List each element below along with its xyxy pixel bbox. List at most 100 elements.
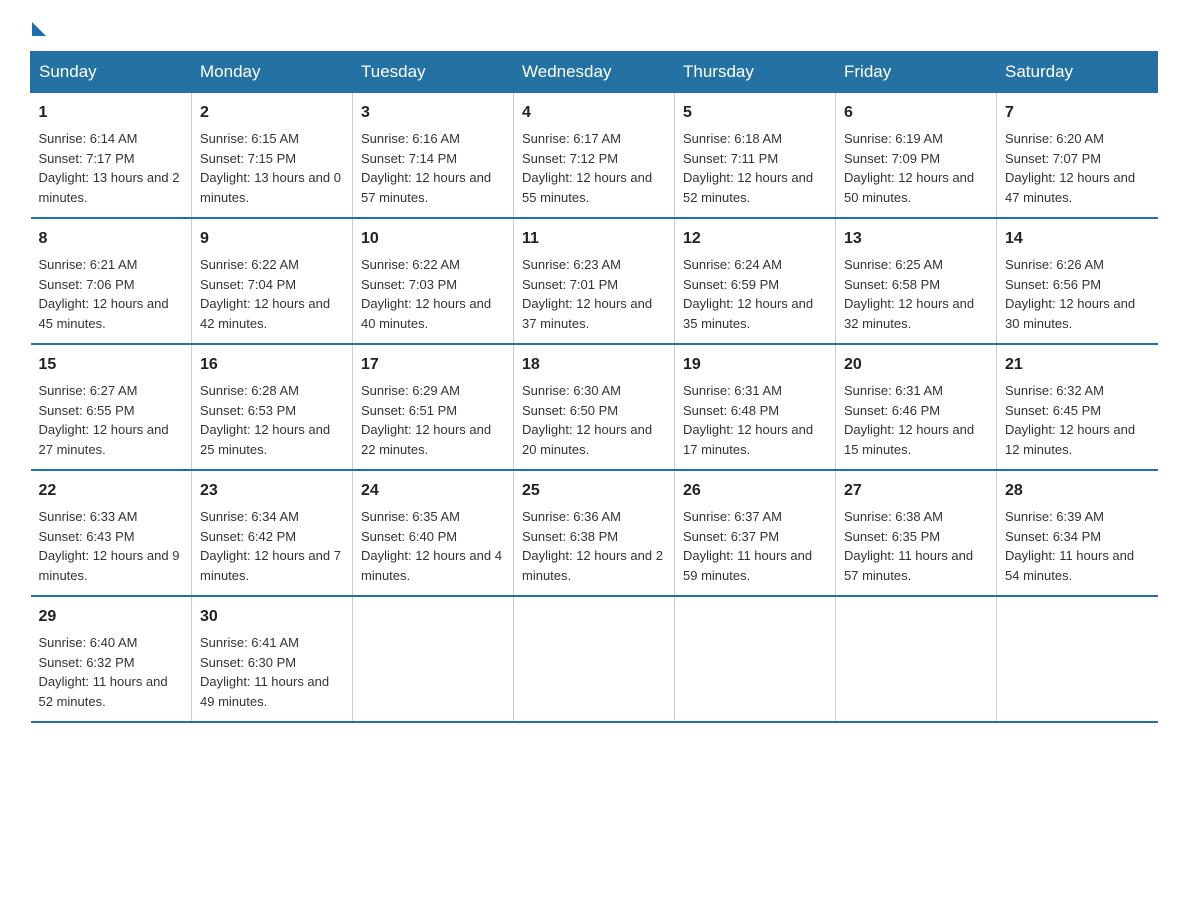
sunset-label: Sunset: 6:30 PM [200, 655, 296, 670]
sunset-label: Sunset: 7:11 PM [683, 151, 778, 166]
day-number: 10 [361, 227, 505, 251]
daylight-label: Daylight: 11 hours and 49 minutes. [200, 674, 329, 709]
day-number: 4 [522, 101, 666, 125]
sunrise-label: Sunrise: 6:30 AM [522, 383, 621, 398]
weekday-header-monday: Monday [192, 52, 353, 93]
daylight-label: Daylight: 13 hours and 2 minutes. [39, 170, 180, 205]
daylight-label: Daylight: 12 hours and 20 minutes. [522, 422, 652, 457]
calendar-cell: 11 Sunrise: 6:23 AM Sunset: 7:01 PM Dayl… [514, 218, 675, 344]
daylight-label: Daylight: 12 hours and 17 minutes. [683, 422, 813, 457]
day-number: 26 [683, 479, 827, 503]
daylight-label: Daylight: 11 hours and 54 minutes. [1005, 548, 1134, 583]
sunset-label: Sunset: 6:37 PM [683, 529, 779, 544]
sunrise-label: Sunrise: 6:31 AM [844, 383, 943, 398]
weekday-header-sunday: Sunday [31, 52, 192, 93]
weekday-header-wednesday: Wednesday [514, 52, 675, 93]
sunset-label: Sunset: 7:17 PM [39, 151, 135, 166]
daylight-label: Daylight: 12 hours and 9 minutes. [39, 548, 180, 583]
sunrise-label: Sunrise: 6:17 AM [522, 131, 621, 146]
daylight-label: Daylight: 12 hours and 42 minutes. [200, 296, 330, 331]
day-number: 22 [39, 479, 184, 503]
sunrise-label: Sunrise: 6:33 AM [39, 509, 138, 524]
calendar-cell: 27 Sunrise: 6:38 AM Sunset: 6:35 PM Dayl… [836, 470, 997, 596]
sunrise-label: Sunrise: 6:41 AM [200, 635, 299, 650]
sunset-label: Sunset: 6:43 PM [39, 529, 135, 544]
daylight-label: Daylight: 12 hours and 27 minutes. [39, 422, 169, 457]
sunset-label: Sunset: 6:50 PM [522, 403, 618, 418]
calendar-week-row: 15 Sunrise: 6:27 AM Sunset: 6:55 PM Dayl… [31, 344, 1158, 470]
daylight-label: Daylight: 12 hours and 35 minutes. [683, 296, 813, 331]
sunrise-label: Sunrise: 6:22 AM [361, 257, 460, 272]
sunset-label: Sunset: 7:04 PM [200, 277, 296, 292]
sunset-label: Sunset: 6:51 PM [361, 403, 457, 418]
calendar-cell: 23 Sunrise: 6:34 AM Sunset: 6:42 PM Dayl… [192, 470, 353, 596]
daylight-label: Daylight: 12 hours and 15 minutes. [844, 422, 974, 457]
day-number: 23 [200, 479, 344, 503]
day-number: 16 [200, 353, 344, 377]
daylight-label: Daylight: 12 hours and 57 minutes. [361, 170, 491, 205]
calendar-cell: 18 Sunrise: 6:30 AM Sunset: 6:50 PM Dayl… [514, 344, 675, 470]
calendar-cell: 4 Sunrise: 6:17 AM Sunset: 7:12 PM Dayli… [514, 93, 675, 219]
calendar-cell: 25 Sunrise: 6:36 AM Sunset: 6:38 PM Dayl… [514, 470, 675, 596]
sunrise-label: Sunrise: 6:24 AM [683, 257, 782, 272]
sunrise-label: Sunrise: 6:36 AM [522, 509, 621, 524]
calendar-cell: 1 Sunrise: 6:14 AM Sunset: 7:17 PM Dayli… [31, 93, 192, 219]
day-number: 9 [200, 227, 344, 251]
sunrise-label: Sunrise: 6:39 AM [1005, 509, 1104, 524]
day-number: 29 [39, 605, 184, 629]
sunset-label: Sunset: 6:40 PM [361, 529, 457, 544]
day-number: 1 [39, 101, 184, 125]
calendar-cell: 29 Sunrise: 6:40 AM Sunset: 6:32 PM Dayl… [31, 596, 192, 722]
daylight-label: Daylight: 12 hours and 30 minutes. [1005, 296, 1135, 331]
daylight-label: Daylight: 12 hours and 40 minutes. [361, 296, 491, 331]
sunset-label: Sunset: 7:06 PM [39, 277, 135, 292]
daylight-label: Daylight: 12 hours and 12 minutes. [1005, 422, 1135, 457]
day-number: 28 [1005, 479, 1150, 503]
sunrise-label: Sunrise: 6:27 AM [39, 383, 138, 398]
daylight-label: Daylight: 12 hours and 55 minutes. [522, 170, 652, 205]
calendar-week-row: 1 Sunrise: 6:14 AM Sunset: 7:17 PM Dayli… [31, 93, 1158, 219]
sunrise-label: Sunrise: 6:21 AM [39, 257, 138, 272]
calendar-cell: 6 Sunrise: 6:19 AM Sunset: 7:09 PM Dayli… [836, 93, 997, 219]
logo-triangle-icon [32, 22, 46, 36]
sunrise-label: Sunrise: 6:28 AM [200, 383, 299, 398]
calendar-cell: 8 Sunrise: 6:21 AM Sunset: 7:06 PM Dayli… [31, 218, 192, 344]
daylight-label: Daylight: 12 hours and 32 minutes. [844, 296, 974, 331]
calendar-cell: 5 Sunrise: 6:18 AM Sunset: 7:11 PM Dayli… [675, 93, 836, 219]
sunset-label: Sunset: 7:15 PM [200, 151, 296, 166]
logo-text [30, 20, 46, 36]
calendar-cell: 26 Sunrise: 6:37 AM Sunset: 6:37 PM Dayl… [675, 470, 836, 596]
day-number: 15 [39, 353, 184, 377]
day-number: 11 [522, 227, 666, 251]
day-number: 7 [1005, 101, 1150, 125]
sunset-label: Sunset: 7:07 PM [1005, 151, 1101, 166]
calendar-cell [353, 596, 514, 722]
sunrise-label: Sunrise: 6:40 AM [39, 635, 138, 650]
calendar-cell: 10 Sunrise: 6:22 AM Sunset: 7:03 PM Dayl… [353, 218, 514, 344]
sunset-label: Sunset: 6:55 PM [39, 403, 135, 418]
weekday-header-friday: Friday [836, 52, 997, 93]
calendar-cell: 21 Sunrise: 6:32 AM Sunset: 6:45 PM Dayl… [997, 344, 1158, 470]
day-number: 24 [361, 479, 505, 503]
calendar-cell: 17 Sunrise: 6:29 AM Sunset: 6:51 PM Dayl… [353, 344, 514, 470]
sunrise-label: Sunrise: 6:14 AM [39, 131, 138, 146]
day-number: 25 [522, 479, 666, 503]
sunrise-label: Sunrise: 6:18 AM [683, 131, 782, 146]
day-number: 3 [361, 101, 505, 125]
calendar-body: 1 Sunrise: 6:14 AM Sunset: 7:17 PM Dayli… [31, 93, 1158, 723]
calendar-cell: 3 Sunrise: 6:16 AM Sunset: 7:14 PM Dayli… [353, 93, 514, 219]
calendar-cell: 14 Sunrise: 6:26 AM Sunset: 6:56 PM Dayl… [997, 218, 1158, 344]
sunset-label: Sunset: 7:09 PM [844, 151, 940, 166]
weekday-header-saturday: Saturday [997, 52, 1158, 93]
calendar-cell: 15 Sunrise: 6:27 AM Sunset: 6:55 PM Dayl… [31, 344, 192, 470]
sunrise-label: Sunrise: 6:19 AM [844, 131, 943, 146]
daylight-label: Daylight: 12 hours and 25 minutes. [200, 422, 330, 457]
day-number: 19 [683, 353, 827, 377]
calendar-cell: 24 Sunrise: 6:35 AM Sunset: 6:40 PM Dayl… [353, 470, 514, 596]
daylight-label: Daylight: 12 hours and 7 minutes. [200, 548, 341, 583]
daylight-label: Daylight: 12 hours and 45 minutes. [39, 296, 169, 331]
day-number: 12 [683, 227, 827, 251]
sunrise-label: Sunrise: 6:25 AM [844, 257, 943, 272]
daylight-label: Daylight: 12 hours and 4 minutes. [361, 548, 502, 583]
sunset-label: Sunset: 6:48 PM [683, 403, 779, 418]
